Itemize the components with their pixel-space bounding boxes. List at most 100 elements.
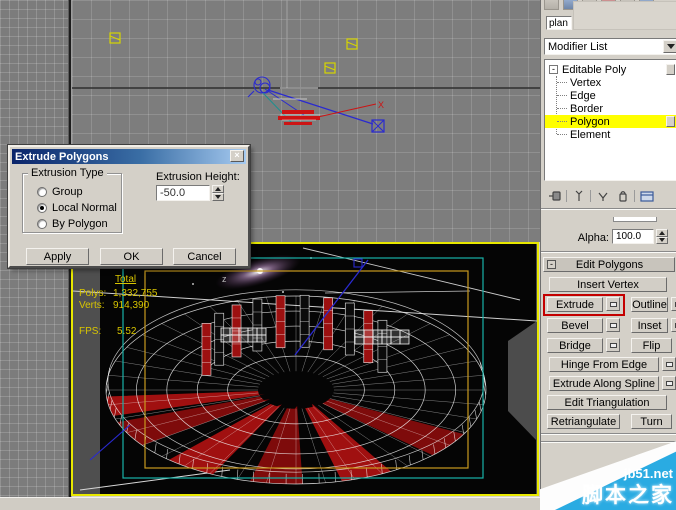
radio-label: Local Normal xyxy=(52,202,117,214)
stack-item-label: Edge xyxy=(570,89,596,102)
close-icon[interactable]: × xyxy=(230,150,244,162)
dialog-title: Extrude Polygons xyxy=(15,150,109,163)
modifier-list-dropdown[interactable]: Modifier List xyxy=(544,38,676,55)
configure-modifier-sets-icon[interactable] xyxy=(638,188,655,204)
spinner-down-icon[interactable] xyxy=(656,236,668,244)
tree-twig xyxy=(557,134,567,135)
make-unique-icon[interactable] xyxy=(594,188,611,204)
outline-settings-button[interactable] xyxy=(671,297,676,311)
inset-settings-button[interactable] xyxy=(671,318,676,332)
stack-item-label: Border xyxy=(570,102,604,115)
stats-verts-label: Verts: xyxy=(79,300,105,311)
stack-item-editable-poly[interactable]: - Editable Poly xyxy=(545,63,676,76)
stats-fps-value: 5.52 xyxy=(117,326,137,337)
stats-polys-label: Polys: xyxy=(79,288,106,299)
bridge-settings-button[interactable] xyxy=(606,338,620,352)
radio-local-normal[interactable]: Local Normal xyxy=(37,202,117,214)
panel-divider xyxy=(541,251,676,253)
toolbar-separator xyxy=(590,190,591,202)
stack-item-label: Vertex xyxy=(570,76,602,89)
field-edge xyxy=(613,217,657,222)
tree-twig xyxy=(557,108,567,109)
turn-button[interactable]: Turn xyxy=(631,414,672,429)
pin-stack-icon[interactable] xyxy=(546,188,563,204)
object-name-field[interactable]: plan xyxy=(546,16,572,30)
rollout-title: Edit Polygons xyxy=(575,258,644,271)
panel-divider xyxy=(541,433,676,435)
model-silhouette[interactable] xyxy=(278,110,320,125)
axis-x-label: X xyxy=(378,100,384,110)
edit-polygons-rollout-header[interactable]: - Edit Polygons xyxy=(543,257,675,272)
retriangulate-button[interactable]: Retriangulate xyxy=(547,414,620,429)
toolbar-separator xyxy=(634,190,635,202)
bevel-button[interactable]: Bevel xyxy=(547,318,603,333)
toolbar-separator xyxy=(566,190,567,202)
hinge-from-edge-button[interactable]: Hinge From Edge xyxy=(549,357,659,372)
insert-vertex-button[interactable]: Insert Vertex xyxy=(549,277,667,292)
chevron-down-icon[interactable] xyxy=(663,40,676,53)
alpha-label: Alpha: xyxy=(577,232,609,244)
radio-icon[interactable] xyxy=(37,187,47,197)
radio-icon[interactable] xyxy=(37,219,47,229)
outline-button[interactable]: Outline xyxy=(631,297,668,312)
camera-icon[interactable] xyxy=(247,76,271,98)
radio-group[interactable]: Group xyxy=(37,186,83,198)
command-panel: plan Modifier List - Editable Poly Verte… xyxy=(540,0,676,510)
spinner-up-icon[interactable] xyxy=(656,229,668,237)
extrusion-height-spinner xyxy=(212,185,224,201)
edit-triangulation-button[interactable]: Edit Triangulation xyxy=(547,395,667,410)
apply-button[interactable]: Apply xyxy=(26,248,89,265)
show-end-result-icon[interactable] xyxy=(570,188,587,204)
tree-twig xyxy=(557,121,567,122)
hinge-settings-button[interactable] xyxy=(662,357,676,371)
stack-row-handle[interactable] xyxy=(666,116,675,127)
stack-item-vertex[interactable]: Vertex xyxy=(545,76,676,89)
alpha-spinner xyxy=(656,229,668,244)
stack-item-label: Polygon xyxy=(570,115,610,128)
viewport-perspective-active[interactable]: Total Polys: 1,332,755 Verts: 914,390 FP… xyxy=(71,242,539,496)
stack-item-element[interactable]: Element xyxy=(545,128,676,141)
stats-verts-value: 914,390 xyxy=(113,300,150,311)
ok-button[interactable]: OK xyxy=(100,248,163,265)
extrusion-type-groupbox: Extrusion Type Group Local Normal By Pol… xyxy=(22,167,122,233)
stack-root-label: Editable Poly xyxy=(562,63,627,76)
perspective-scene: Total Polys: 1,332,755 Verts: 914,390 FP… xyxy=(72,244,538,494)
collapse-icon[interactable]: - xyxy=(547,260,556,269)
helper-dummy-icons[interactable] xyxy=(109,32,358,74)
3dsmax-window: X Total Polys: 1,332,755 Verts: 914,390 … xyxy=(0,0,676,510)
extrude-settings-button[interactable] xyxy=(606,297,620,311)
remove-modifier-icon[interactable] xyxy=(614,188,631,204)
toolbar-icon-1[interactable] xyxy=(544,0,559,10)
modifier-stack-toolbar xyxy=(543,187,676,205)
extrude-polygons-dialog: Extrude Polygons × Extrusion Type Group … xyxy=(8,145,250,268)
stack-item-polygon-selected[interactable]: Polygon xyxy=(545,115,676,128)
stats-fps-label: FPS: xyxy=(79,326,101,337)
collapse-icon[interactable]: - xyxy=(549,65,558,74)
stack-item-border[interactable]: Border xyxy=(545,102,676,115)
inset-button[interactable]: Inset xyxy=(631,318,668,333)
flip-button[interactable]: Flip xyxy=(631,338,672,353)
bevel-settings-button[interactable] xyxy=(606,318,620,332)
stats-polys-value: 1,332,755 xyxy=(113,288,158,299)
panel-blank-area xyxy=(573,1,676,30)
radio-label: By Polygon xyxy=(52,218,108,230)
spinner-down-icon[interactable] xyxy=(212,193,224,201)
modifier-stack-list: - Editable Poly Vertex Edge Border Polyg… xyxy=(544,59,676,181)
extrusion-height-field[interactable]: -50.0 xyxy=(156,185,210,201)
stack-item-label: Element xyxy=(570,128,611,141)
extrude-button[interactable]: Extrude xyxy=(547,297,603,312)
radio-by-polygon[interactable]: By Polygon xyxy=(37,218,108,230)
extrude-along-spline-settings-button[interactable] xyxy=(662,376,676,390)
radio-selected-icon[interactable] xyxy=(37,203,47,213)
stats-total-label: Total xyxy=(115,274,136,285)
panel-divider xyxy=(541,208,676,210)
stack-item-edge[interactable]: Edge xyxy=(545,89,676,102)
bridge-button[interactable]: Bridge xyxy=(547,338,603,353)
cancel-button[interactable]: Cancel xyxy=(173,248,236,265)
modifier-list-label: Modifier List xyxy=(548,41,608,53)
dialog-titlebar[interactable]: Extrude Polygons × xyxy=(12,149,246,164)
spinner-up-icon[interactable] xyxy=(212,185,224,193)
extrude-along-spline-button[interactable]: Extrude Along Spline xyxy=(549,376,659,391)
stack-row-handle[interactable] xyxy=(666,64,675,75)
alpha-field[interactable]: 100.0 xyxy=(612,229,654,244)
